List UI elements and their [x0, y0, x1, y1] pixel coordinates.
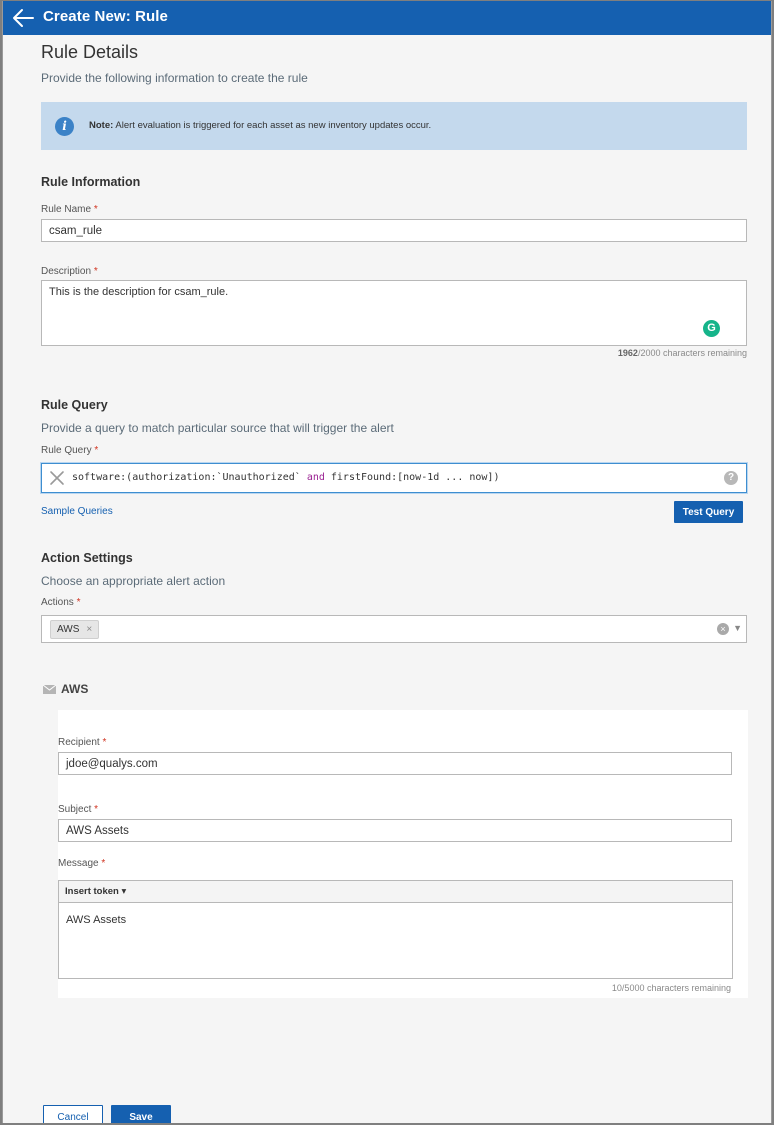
rule-name-label-text: Rule Name	[41, 204, 92, 215]
rule-query-subtitle: Provide a query to match particular sour…	[41, 421, 394, 435]
note-label: Note:	[89, 120, 114, 131]
page-header: Create New: Rule	[3, 1, 771, 35]
required-mark: *	[102, 737, 107, 748]
rule-information-title: Rule Information	[41, 175, 141, 189]
query-segment: firstFound:[now-1d ... now])	[324, 472, 500, 483]
required-mark: *	[101, 858, 106, 869]
description-char-counter: 1962/2000 characters remaining	[403, 348, 747, 358]
page-title: Create New: Rule	[43, 8, 168, 25]
insert-token-dropdown[interactable]: Insert token ▾	[59, 881, 732, 903]
remove-tag-icon[interactable]: ×	[86, 624, 92, 635]
description-char-suffix: /2000 characters remaining	[637, 348, 747, 358]
rule-details-title: Rule Details	[41, 42, 139, 62]
message-char-counter: 10/5000 characters remaining	[611, 983, 731, 993]
query-keyword: and	[306, 472, 325, 483]
rule-details-subtitle: Provide the following information to cre…	[41, 71, 308, 85]
aws-section-title: AWS	[61, 682, 89, 696]
action-tag-aws: AWS ×	[50, 620, 100, 639]
description-textarea[interactable]: This is the description for csam_rule. G	[41, 280, 747, 346]
actions-label: Actions *	[41, 597, 80, 608]
query-segment: software:(authorization:`Unauthorized`	[72, 472, 307, 483]
rule-query-input[interactable]: software:(authorization:`Unauthorized` a…	[41, 463, 747, 493]
required-mark: *	[76, 597, 81, 608]
rule-query-label-text: Rule Query	[41, 445, 92, 456]
description-label-text: Description	[41, 266, 92, 277]
info-icon: i	[55, 117, 74, 136]
rule-query-label: Rule Query *	[41, 445, 98, 456]
action-settings-subtitle: Choose an appropriate alert action	[41, 574, 226, 588]
actions-label-text: Actions	[41, 597, 74, 608]
note-text: Note: Alert evaluation is triggered for …	[89, 120, 431, 131]
description-text: This is the description for csam_rule.	[49, 286, 229, 298]
mail-icon	[43, 684, 56, 694]
clear-query-icon[interactable]	[49, 470, 65, 486]
cancel-button[interactable]: Cancel	[43, 1105, 103, 1123]
subject-label-text: Subject	[58, 804, 92, 815]
rule-name-input[interactable]: csam_rule	[41, 219, 747, 242]
dropdown-caret-icon[interactable]: ▼	[733, 623, 742, 633]
subject-input[interactable]: AWS Assets	[58, 819, 732, 842]
message-editor[interactable]: Insert token ▾ AWS Assets	[58, 880, 733, 979]
save-button[interactable]: Save	[111, 1105, 171, 1123]
message-label: Message *	[58, 858, 105, 869]
help-icon[interactable]: ?	[724, 471, 738, 485]
message-label-text: Message	[58, 858, 99, 869]
info-note: i Note: Alert evaluation is triggered fo…	[41, 102, 747, 150]
required-mark: *	[93, 266, 98, 277]
message-text: AWS Assets	[66, 914, 127, 926]
action-tag-label: AWS	[57, 624, 80, 635]
sample-queries-link[interactable]: Sample Queries	[41, 506, 113, 517]
subject-label: Subject *	[58, 804, 98, 815]
actions-select[interactable]: AWS × × ▼	[41, 615, 747, 643]
rule-query-title: Rule Query	[41, 398, 108, 412]
rule-form-window: Create New: Rule Rule Details Provide th…	[2, 1, 772, 1123]
recipient-label: Recipient *	[58, 737, 106, 748]
recipient-input[interactable]: jdoe@qualys.com	[58, 752, 732, 775]
required-mark: *	[94, 445, 99, 456]
required-mark: *	[94, 804, 99, 815]
clear-selection-icon[interactable]: ×	[717, 623, 729, 635]
aws-section-header: AWS	[43, 682, 88, 696]
test-query-button[interactable]: Test Query	[674, 501, 743, 523]
description-char-count: 1962	[617, 348, 638, 358]
description-label: Description *	[41, 266, 98, 277]
rule-query-text: software:(authorization:`Unauthorized` a…	[72, 472, 499, 483]
recipient-label-text: Recipient	[58, 737, 100, 748]
grammarly-icon[interactable]: G	[703, 320, 720, 337]
required-mark: *	[93, 204, 98, 215]
action-settings-title: Action Settings	[41, 551, 133, 565]
back-arrow-icon[interactable]	[11, 7, 35, 29]
rule-name-label: Rule Name *	[41, 204, 98, 215]
note-message: Alert evaluation is triggered for each a…	[115, 120, 432, 131]
